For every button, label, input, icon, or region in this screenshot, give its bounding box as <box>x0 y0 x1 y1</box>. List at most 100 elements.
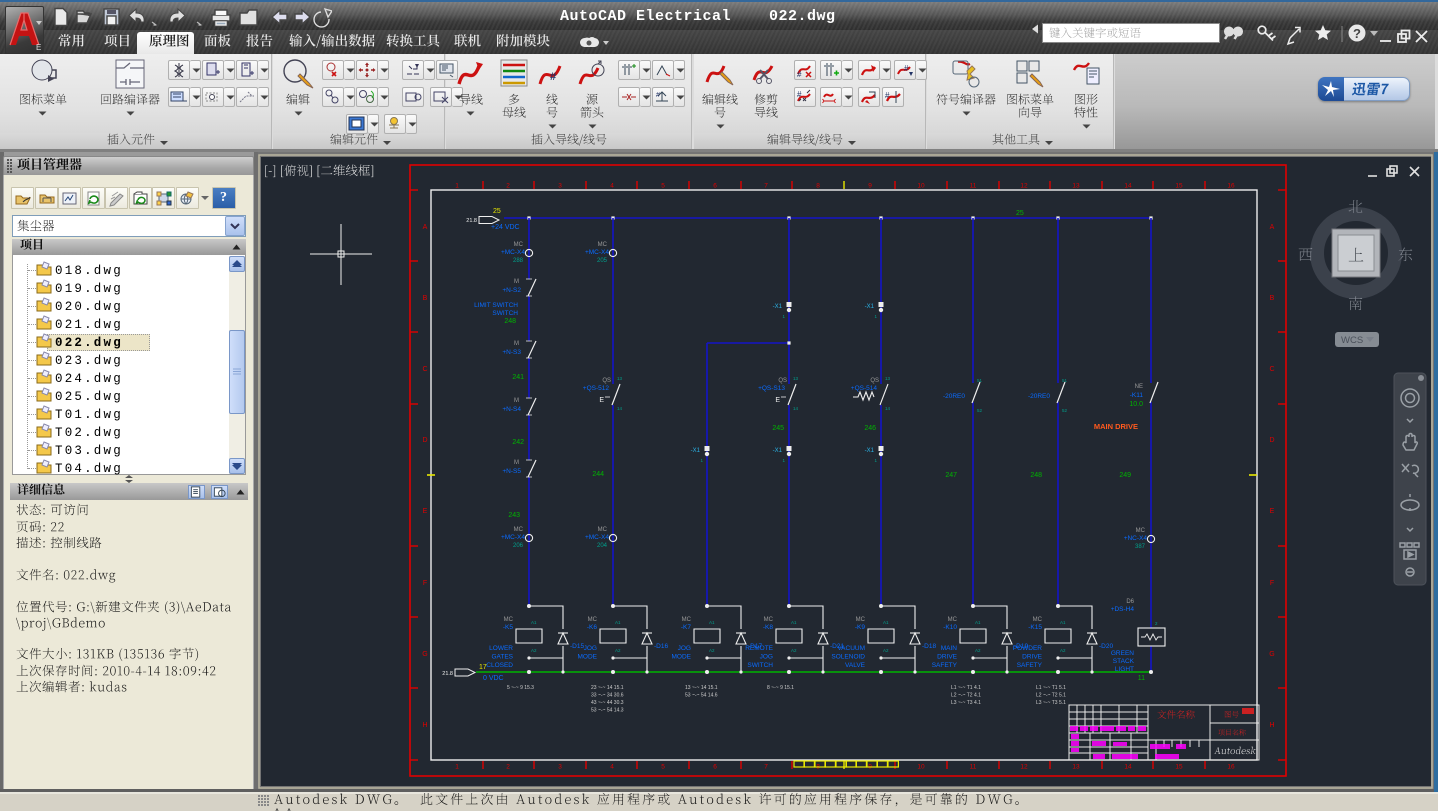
svg-text:204: 204 <box>597 543 608 549</box>
svg-text:REMOTE: REMOTE <box>745 645 773 652</box>
svg-text:1: 1 <box>455 183 459 190</box>
svg-text:A1: A1 <box>531 620 537 625</box>
svg-text:+MC-X4: +MC-X4 <box>585 534 609 541</box>
svg-text:E: E <box>423 508 428 515</box>
svg-text:DRIVE: DRIVE <box>937 654 958 661</box>
svg-text:+QS-512: +QS-512 <box>583 385 610 392</box>
svg-text:#: # <box>904 64 909 73</box>
svg-text:10: 10 <box>917 183 925 190</box>
svg-text:D: D <box>1269 437 1274 444</box>
svg-text:13: 13 <box>1072 183 1080 190</box>
svg-text:A1: A1 <box>791 620 797 625</box>
svg-text:-20RE0: -20RE0 <box>1028 393 1050 400</box>
svg-text:LIGHT: LIGHT <box>1115 666 1134 673</box>
svg-text:3: 3 <box>558 183 562 190</box>
svg-text:MC: MC <box>1136 528 1146 534</box>
svg-text:4: 4 <box>610 764 614 771</box>
svg-text:206: 206 <box>513 543 524 549</box>
svg-text:205: 205 <box>597 258 608 264</box>
svg-text:1: 1 <box>455 764 459 771</box>
svg-text:16: 16 <box>1227 183 1235 190</box>
svg-text:11: 11 <box>970 764 977 771</box>
svg-text:MC: MC <box>764 617 774 623</box>
svg-text:-D16: -D16 <box>654 643 668 650</box>
svg-text:12: 12 <box>1020 183 1028 190</box>
svg-text:G: G <box>1269 651 1274 658</box>
svg-text:STACK: STACK <box>1113 658 1135 665</box>
svg-text:B: B <box>423 295 428 302</box>
svg-text:-D20: -D20 <box>1099 643 1113 650</box>
svg-text:#: # <box>797 70 802 78</box>
svg-text:#: # <box>550 71 556 83</box>
svg-text:+MC-X4: +MC-X4 <box>585 249 609 256</box>
svg-text:SOLENOID: SOLENOID <box>831 654 865 661</box>
svg-text:10: 10 <box>917 764 925 771</box>
svg-text:249: 249 <box>1119 472 1131 479</box>
svg-text:A2: A2 <box>975 648 981 653</box>
svg-text:33 ~-~ 34 30.6: 33 ~-~ 34 30.6 <box>591 693 624 699</box>
svg-text:25: 25 <box>1016 210 1024 217</box>
svg-text:VACUUM: VACUUM <box>837 645 865 652</box>
svg-text:M: M <box>514 279 519 285</box>
svg-text:LIMIT SWITCH: LIMIT SWITCH <box>474 302 518 309</box>
svg-text:L3 ~-~ T3 5.1: L3 ~-~ T3 5.1 <box>1036 700 1066 706</box>
svg-text:M: M <box>514 398 519 404</box>
svg-text:SWITCH: SWITCH <box>492 310 518 317</box>
svg-text:D: D <box>422 437 427 444</box>
svg-text:MC: MC <box>598 242 608 248</box>
svg-text:-D15: -D15 <box>570 643 584 650</box>
svg-text:244: 244 <box>592 471 604 478</box>
svg-text:288: 288 <box>513 258 524 264</box>
svg-text:-X1: -X1 <box>773 448 783 454</box>
svg-text:L3 ~-~ T3 4.1: L3 ~-~ T3 4.1 <box>951 700 981 706</box>
svg-text:MC: MC <box>598 527 608 533</box>
svg-text:E: E <box>1270 508 1275 515</box>
svg-text:MC: MC <box>514 242 524 248</box>
svg-text:MC: MC <box>682 617 692 623</box>
svg-text:242: 242 <box>512 439 524 446</box>
svg-text:MAIN: MAIN <box>941 645 958 652</box>
svg-text:14: 14 <box>617 406 623 411</box>
svg-text:A: A <box>1270 224 1275 231</box>
svg-text:247: 247 <box>945 472 957 479</box>
svg-text:E: E <box>36 43 41 51</box>
svg-text:14: 14 <box>793 406 799 411</box>
svg-text:23 ~-~ 14 15.1: 23 ~-~ 14 15.1 <box>591 685 624 691</box>
svg-text:-K11: -K11 <box>1130 392 1144 399</box>
svg-text:MC: MC <box>588 617 598 623</box>
svg-text:NE: NE <box>1135 384 1143 390</box>
svg-text:L1 ~-~ T1 4.1: L1 ~-~ T1 4.1 <box>951 685 981 691</box>
svg-text:21.8: 21.8 <box>466 218 477 224</box>
svg-text:8: 8 <box>816 183 820 190</box>
svg-text:A2: A2 <box>531 648 537 653</box>
svg-text:WCS: WCS <box>1341 335 1363 346</box>
svg-text:JOG: JOG <box>678 645 691 652</box>
svg-text:13: 13 <box>617 376 623 381</box>
svg-text:H: H <box>1269 722 1274 729</box>
svg-text:QS: QS <box>778 378 787 384</box>
svg-text:#: # <box>885 91 890 100</box>
svg-text:15: 15 <box>1175 764 1183 771</box>
svg-text:?: ? <box>1353 26 1361 41</box>
svg-text:5 ~-~ 9 15.3: 5 ~-~ 9 15.3 <box>507 685 534 691</box>
svg-text:DRIVE: DRIVE <box>1022 654 1043 661</box>
svg-text:-K6: -K6 <box>587 624 598 631</box>
svg-text:7: 7 <box>764 764 768 771</box>
svg-text:MC: MC <box>504 617 514 623</box>
svg-text:D6: D6 <box>1126 599 1134 605</box>
svg-text:+QS-S13: +QS-S13 <box>758 385 785 392</box>
svg-text:16: 16 <box>1227 764 1235 771</box>
svg-text:0 VDC: 0 VDC <box>483 675 504 682</box>
svg-text:GATES: GATES <box>491 654 513 661</box>
svg-text:51: 51 <box>1062 378 1068 383</box>
svg-text:A1: A1 <box>883 620 889 625</box>
svg-text:52: 52 <box>977 408 983 413</box>
svg-text:+N-S4: +N-S4 <box>502 406 521 413</box>
svg-text:C: C <box>422 366 427 373</box>
svg-text:7: 7 <box>764 183 768 190</box>
svg-text:245: 245 <box>772 425 784 432</box>
svg-text:14: 14 <box>885 406 891 411</box>
svg-text:F: F <box>423 580 427 587</box>
svg-text:MC: MC <box>948 617 958 623</box>
svg-text:L2 ~-~ T2 4.1: L2 ~-~ T2 4.1 <box>951 693 981 699</box>
